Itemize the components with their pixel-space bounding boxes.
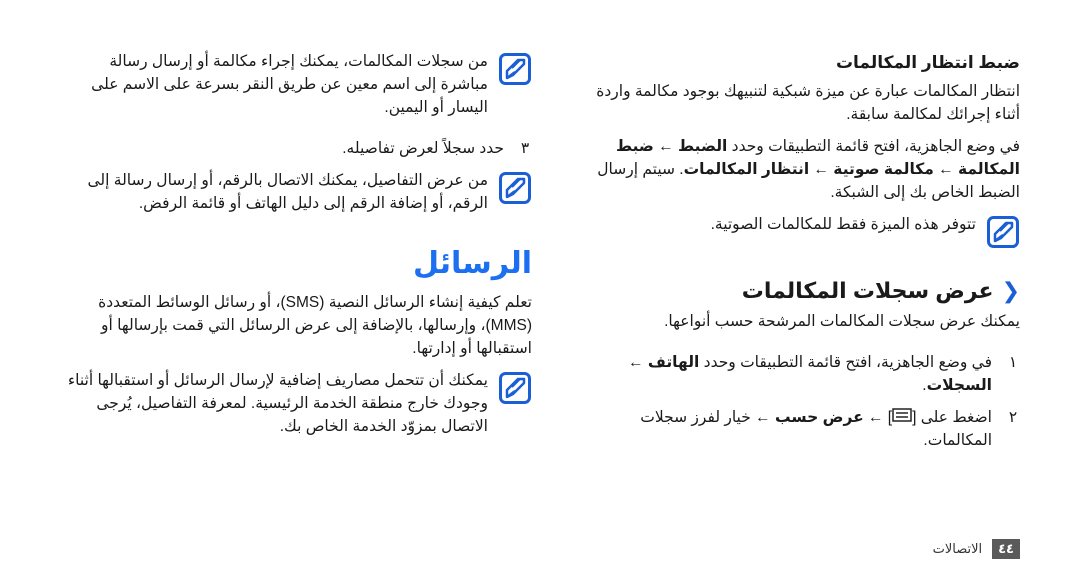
note-text: تتوفر هذه الميزة فقط للمكالمات الصوتية. <box>710 216 976 233</box>
note-pencil-icon <box>498 371 532 405</box>
call-waiting-description: انتظار المكالمات عبارة عن ميزة شبكية لتن… <box>596 83 1020 123</box>
section-label: الاتصالات <box>932 541 983 556</box>
step-text: في وضع الجاهزية، افتح قائمة التطبيقات وح… <box>570 351 992 397</box>
note-quick-action: من سجلات المكالمات، يمكنك إجراء مكالمة أ… <box>62 50 532 119</box>
page-footer: ٤٤ الاتصالات <box>900 539 1020 559</box>
bold-term: الضبط <box>678 138 728 155</box>
step-3: ٣ حدد سجلاً لعرض تفاصيله. <box>62 137 532 160</box>
page-number: ٤٤ <box>992 539 1020 559</box>
note-pencil-icon <box>498 52 532 86</box>
step-text: اضغط على [] ← عرض حسب ← خيار لفرز سجلات … <box>570 406 992 452</box>
note-pencil-icon <box>986 215 1020 249</box>
bold-term: انتظار المكالمات <box>683 161 810 178</box>
text-run: اضغط على [ <box>912 409 992 426</box>
menu-key-icon <box>892 406 912 429</box>
call-waiting-instructions: في وضع الجاهزية، افتح قائمة التطبيقات وح… <box>570 135 1020 204</box>
text-run: في وضع الجاهزية، افتح قائمة التطبيقات وح… <box>727 138 1020 155</box>
bold-term: عرض حسب <box>774 409 864 426</box>
left-column: من سجلات المكالمات، يمكنك إجراء مكالمة أ… <box>62 50 532 438</box>
view-call-logs-description: يمكنك عرض سجلات المكالمات المرشحة حسب أن… <box>664 313 1020 330</box>
text-run: ← <box>809 161 834 178</box>
chevron-left-icon: ❮ <box>1001 278 1020 303</box>
step-number: ٢ <box>1008 409 1018 426</box>
step-text: حدد سجلاً لعرض تفاصيله. <box>342 140 504 157</box>
bold-term: الهاتف <box>647 354 700 371</box>
call-waiting-heading: ضبط انتظار المكالمات <box>835 53 1020 72</box>
section-title: عرض سجلات المكالمات <box>741 278 994 303</box>
messages-intro: تعلم كيفية إنشاء الرسائل النصية (SMS)، أ… <box>98 294 532 357</box>
text-run: في وضع الجاهزية، افتح قائمة التطبيقات وح… <box>699 354 992 371</box>
note-text: من عرض التفاصيل، يمكنك الاتصال بالرقم، أ… <box>87 172 488 212</box>
step-1: ١ في وضع الجاهزية، افتح قائمة التطبيقات … <box>570 351 1020 397</box>
view-call-logs-heading: ❮ عرض سجلات المكالمات <box>570 276 1020 306</box>
bold-term: مكالمة صوتية <box>833 161 934 178</box>
note-voice-only: تتوفر هذه الميزة فقط للمكالمات الصوتية. <box>570 213 1020 249</box>
note-roaming: يمكنك أن تتحمل مصاريف إضافية لإرسال الرس… <box>62 369 532 438</box>
text-run: ← <box>628 354 648 371</box>
note-text: من سجلات المكالمات، يمكنك إجراء مكالمة أ… <box>91 53 488 116</box>
note-details: من عرض التفاصيل، يمكنك الاتصال بالرقم، أ… <box>62 169 532 215</box>
text-run: ← <box>933 161 959 178</box>
note-text: يمكنك أن تتحمل مصاريف إضافية لإرسال الرس… <box>67 372 488 435</box>
note-pencil-icon <box>498 171 532 205</box>
bold-term: السجلات <box>926 377 992 394</box>
messages-chapter-title: الرسائل <box>412 247 532 280</box>
step-number: ١ <box>1008 354 1018 371</box>
step-2: ٢ اضغط على [] ← عرض حسب ← خيار لفرز سجلا… <box>570 406 1020 452</box>
right-column: ضبط انتظار المكالمات انتظار المكالمات عب… <box>570 50 1020 452</box>
text-run: ] ← <box>863 409 893 426</box>
text-run: ← <box>653 138 679 155</box>
step-number: ٣ <box>520 140 530 157</box>
